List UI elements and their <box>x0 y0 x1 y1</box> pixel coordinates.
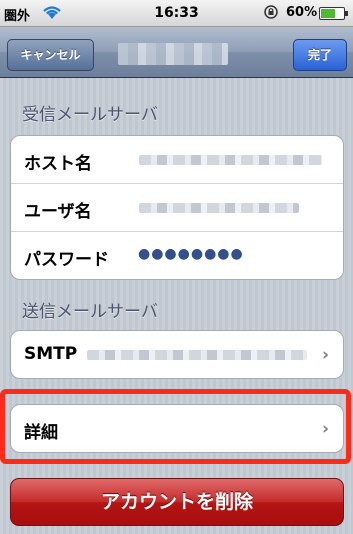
status-bar: 圏外 16:33 60% <box>0 0 353 27</box>
password-label: パスワード <box>24 250 109 270</box>
host-name-label: ホスト名 <box>24 154 92 174</box>
battery-percent: 60% <box>286 5 318 20</box>
incoming-server-header: 受信メールサーバ <box>22 105 158 125</box>
rotation-lock-icon <box>264 5 278 19</box>
user-name-label: ユーザ名 <box>24 202 92 222</box>
password-row[interactable]: パスワード ●●●●●●●● <box>11 232 343 279</box>
outgoing-server-header: 送信メールサーバ <box>22 302 158 322</box>
user-name-row[interactable]: ユーザ名 <box>11 184 343 232</box>
host-name-value-redacted <box>139 155 322 165</box>
outgoing-server-group: SMTP › <box>10 330 344 379</box>
password-field[interactable]: ●●●●●●●● <box>138 246 244 262</box>
incoming-server-group: ホスト名 ユーザ名 パスワード ●●●●●●●● <box>10 135 344 280</box>
done-button[interactable]: 完了 <box>293 39 347 71</box>
navigation-bar: キャンセル 完了 <box>0 27 353 78</box>
host-name-row[interactable]: ホスト名 <box>11 136 343 184</box>
cancel-button[interactable]: キャンセル <box>7 39 94 71</box>
smtp-row[interactable]: SMTP › <box>11 331 343 378</box>
nav-title-redacted <box>118 43 228 65</box>
delete-account-button[interactable]: アカウントを削除 <box>10 478 344 526</box>
highlight-box <box>0 389 351 464</box>
chevron-right-icon: › <box>321 345 329 365</box>
user-name-value-redacted <box>139 203 299 213</box>
smtp-label: SMTP <box>24 344 78 364</box>
smtp-value-redacted <box>87 350 307 360</box>
battery-icon <box>319 7 348 20</box>
